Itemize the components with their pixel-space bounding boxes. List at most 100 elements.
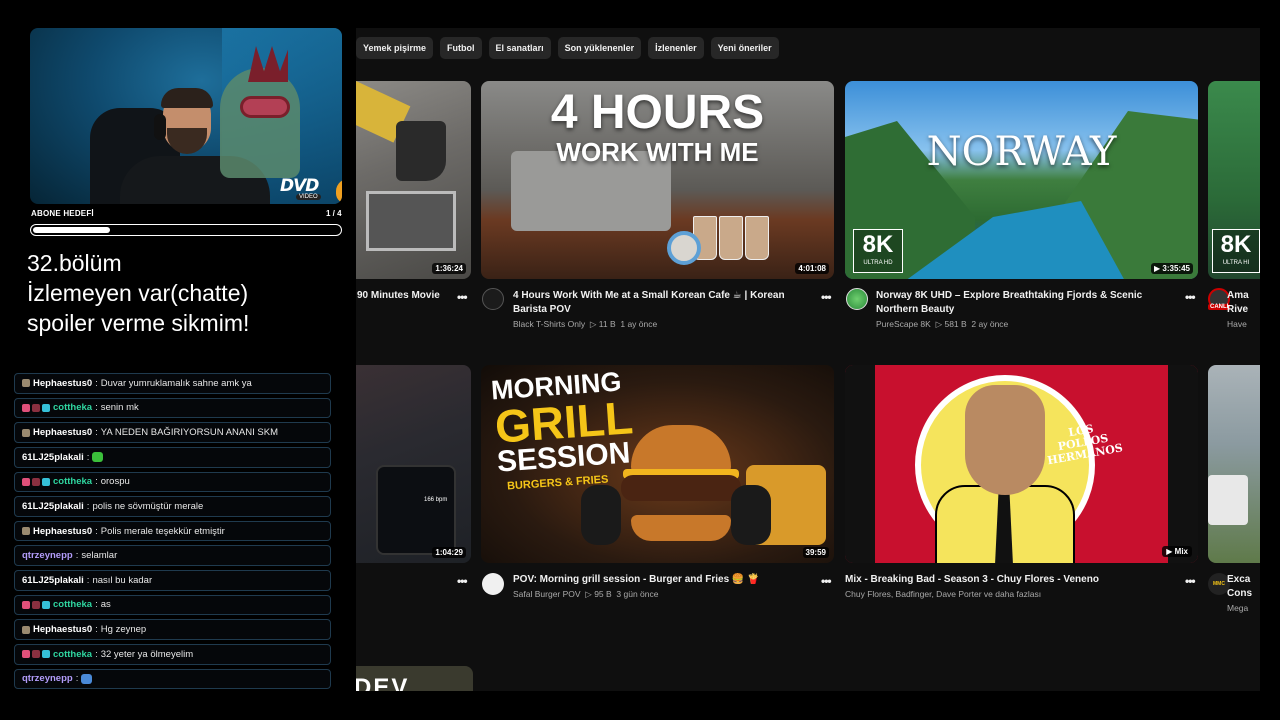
mix-badge: ▶ Mix	[1162, 546, 1192, 557]
channel-name[interactable]: Safal Burger POV	[513, 589, 581, 599]
chat-username[interactable]: cottheka	[53, 649, 92, 660]
more-options-icon[interactable]: •••	[1185, 290, 1196, 304]
emote-icon	[81, 673, 93, 684]
channel-name[interactable]: Black T-Shirts Only	[513, 319, 585, 329]
channel-avatar[interactable]	[482, 573, 504, 595]
user-badges	[22, 527, 30, 536]
thumbnail-text: NORWAY	[926, 129, 1117, 175]
chat-separator: :	[75, 673, 79, 685]
more-options-icon[interactable]: •••	[1185, 574, 1196, 588]
channel-avatar[interactable]	[846, 288, 868, 310]
8k-badge: 8K ULTRA HI	[1212, 229, 1260, 273]
chat-message: Hephaestus0: Polis merale teşekkür etmişt…	[14, 520, 331, 542]
filter-chip[interactable]: İzlenenler	[648, 37, 704, 59]
chat-username[interactable]: qtrzeynepp	[22, 673, 73, 684]
chat-separator: :	[86, 574, 90, 586]
more-options-icon[interactable]: •••	[457, 290, 468, 304]
more-options-icon[interactable]: •••	[821, 290, 832, 304]
video-title-line[interactable]: Rive	[1227, 303, 1248, 317]
filter-chip[interactable]: Yemek pişirme	[356, 37, 434, 59]
subscriber-goal-count: 1 / 4	[326, 209, 342, 218]
video-meta[interactable]: Chuy Flores, Badfinger, Dave Porter ve d…	[845, 589, 1041, 599]
stream-overlay: DVD VIDEO ABONE HEDEFİ 1 / 4 32.bölüm İz…	[0, 0, 356, 720]
user-badges	[22, 600, 50, 609]
video-duration: ▶ 3:35:45	[1151, 263, 1193, 274]
badge-icon	[42, 650, 50, 659]
user-badges	[22, 650, 50, 659]
burger-patty	[621, 475, 741, 501]
badge-icon	[32, 650, 40, 659]
subscriber-goal-label: ABONE HEDEFİ	[31, 209, 94, 218]
video-title[interactable]: Mix - Breaking Bad - Season 3 - Chuy Flo…	[845, 573, 1165, 587]
badge-icon	[22, 428, 30, 437]
chat-text: polis ne sövmüştür merale	[92, 500, 204, 512]
chat-log[interactable]: Hephaestus0: Duvar yumruklamalık sahne am…	[14, 373, 331, 693]
video-title[interactable]: 90 Minutes Movie	[357, 289, 440, 303]
view-count: ▷ 11 B	[589, 319, 616, 329]
video-thumbnail[interactable]: NORWAY 8K ULTRA HD ▶ 3:35:45	[845, 81, 1198, 279]
video-thumbnail[interactable]: DEV EDIT	[356, 666, 473, 691]
more-options-icon[interactable]: •••	[821, 574, 832, 588]
chat-separator: :	[95, 624, 98, 636]
view-count: ▷ 95 B	[585, 589, 612, 599]
subscriber-goal-bar	[30, 224, 342, 236]
badge-icon	[22, 477, 30, 486]
video-duration: 1:04:29	[432, 547, 466, 558]
chat-message: qtrzeynepp:	[14, 668, 331, 690]
channel-name[interactable]: Mega	[1227, 603, 1248, 613]
upload-age: 1 ay önce	[620, 319, 658, 329]
chat-text: YA NEDEN BAĞIRIYORSUN ANANI SKM	[100, 427, 278, 439]
video-title[interactable]: Norway 8K UHD – Explore Breathtaking Fjo…	[876, 289, 1186, 317]
chat-separator: :	[95, 377, 98, 389]
badge-icon	[22, 625, 30, 634]
chat-username[interactable]: Hephaestus0	[33, 378, 92, 389]
chat-username[interactable]: cottheka	[53, 599, 92, 610]
badge-icon	[32, 477, 40, 486]
chat-username[interactable]: 61LJ25plakali	[22, 501, 84, 512]
chat-username[interactable]: Hephaestus0	[33, 526, 92, 537]
badge-icon	[32, 600, 40, 609]
video-title[interactable]: POV: Morning grill session - Burger and …	[513, 573, 803, 587]
chat-username[interactable]: 61LJ25plakali	[22, 575, 84, 586]
video-thumbnail[interactable]: 8K ULTRA HI	[1208, 81, 1260, 279]
glove	[581, 485, 621, 545]
video-title[interactable]: 4 Hours Work With Me at a Small Korean C…	[513, 289, 803, 317]
badge-icon	[22, 650, 30, 659]
user-badges	[22, 625, 30, 634]
chat-message: qtrzeynepp: selamlar	[14, 545, 331, 567]
chat-message: cottheka:32 yeter ya ölmeyelim	[14, 643, 331, 665]
channel-name[interactable]: Have	[1227, 319, 1247, 329]
badge-icon	[42, 477, 50, 486]
video-thumbnail[interactable]: LOS POLLOS HERMANOS ▶ Mix	[845, 365, 1198, 563]
filter-chip[interactable]: Yeni öneriler	[710, 37, 779, 59]
chat-username[interactable]: 61LJ25plakali	[22, 452, 84, 463]
chat-separator: :	[95, 525, 98, 537]
filter-chip[interactable]: El sanatları	[488, 37, 551, 59]
video-thumbnail[interactable]: 4 HOURS WORK WITH ME 4:01:08	[481, 81, 834, 279]
latte-cup	[667, 231, 701, 265]
chat-username[interactable]: cottheka	[53, 476, 92, 487]
chat-message: 61LJ25plakali: polis ne sövmüştür merale	[14, 496, 331, 517]
note-line: spoiler verme sikmim!	[27, 310, 250, 336]
chat-username[interactable]: Hephaestus0	[33, 427, 92, 438]
user-badges	[22, 428, 30, 437]
video-title-line[interactable]: Ama	[1227, 289, 1249, 303]
video-thumbnail[interactable]	[1208, 365, 1260, 563]
chat-separator: :	[86, 451, 90, 463]
channel-avatar[interactable]	[482, 288, 504, 310]
filter-chip[interactable]: Son yüklenenler	[557, 37, 642, 59]
filter-chip[interactable]: Futbol	[440, 37, 482, 59]
user-badges	[22, 379, 30, 388]
chat-username[interactable]: qtrzeynepp	[22, 550, 73, 561]
chat-message: cottheka: orospu	[14, 471, 331, 493]
video-title-line[interactable]: Exca	[1227, 573, 1250, 587]
video-thumbnail[interactable]: MORNING GRILL SESSION BURGERS & FRIES 39…	[481, 365, 834, 563]
chat-username[interactable]: cottheka	[53, 402, 92, 413]
chat-username[interactable]: Hephaestus0	[33, 624, 92, 635]
video-thumbnail[interactable]: 166 bpm 1:04:29	[356, 365, 471, 563]
video-title-line[interactable]: Cons	[1227, 587, 1252, 601]
more-options-icon[interactable]: •••	[457, 574, 468, 588]
channel-name[interactable]: PureScape 8K	[876, 319, 931, 329]
video-thumbnail[interactable]: 1:36:24	[356, 81, 471, 279]
chat-message: Hephaestus0: Duvar yumruklamalık sahne am…	[14, 373, 331, 394]
